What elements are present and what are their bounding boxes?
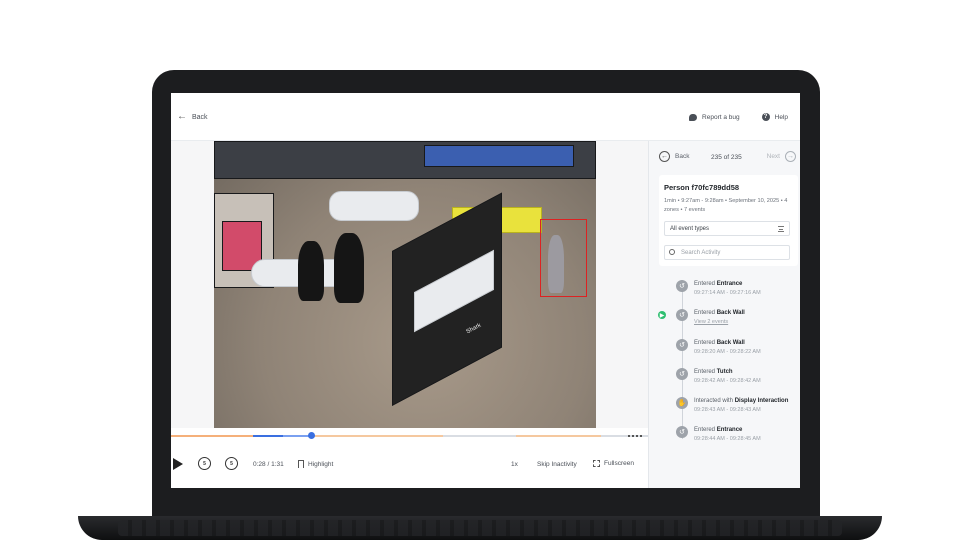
arrow-left-circle-icon: ← <box>659 151 670 162</box>
event-text: Entered Tutch <box>694 369 733 375</box>
enter-icon: ↺ <box>676 309 688 321</box>
timeline-segment <box>171 435 253 437</box>
timeline-segment <box>313 435 443 437</box>
previous-person-button[interactable]: ← Back <box>659 151 689 162</box>
event-prefix: Interacted with <box>694 398 734 404</box>
person-counter: 235 of 235 <box>711 154 742 161</box>
highlight-label: Highlight <box>308 460 334 468</box>
event-time: 09:28:42 AM - 09:28:42 AM <box>694 378 761 384</box>
bookmark-icon <box>298 460 304 468</box>
enter-icon: ↺ <box>676 280 688 292</box>
event-prefix: Entered <box>694 369 716 375</box>
event-text: Entered Back Wall <box>694 310 745 316</box>
playhead[interactable] <box>308 432 315 439</box>
play-icon[interactable] <box>173 458 183 470</box>
top-bar: ← Back Report a bug ? Help <box>171 93 800 141</box>
skip-inactivity-button[interactable]: Skip Inactivity <box>537 461 577 468</box>
event-time: 09:28:43 AM - 09:28:43 AM <box>694 407 761 413</box>
event-text: Interacted with Display Interaction <box>694 398 788 404</box>
app-screen: ← Back Report a bug ? Help Shark 5 5 0:2… <box>171 93 800 488</box>
event-time: 09:27:14 AM - 09:27:16 AM <box>694 290 761 296</box>
arrow-left-icon: ← <box>177 111 187 122</box>
activity-search-input[interactable]: Search Activity <box>664 245 790 260</box>
event-text: Entered Entrance <box>694 281 742 287</box>
person-title: Person f70fc789dd58 <box>664 183 740 192</box>
center-table <box>329 191 419 221</box>
report-bug-button[interactable]: Report a bug <box>689 113 740 121</box>
skip-back-button[interactable]: 5 <box>198 457 211 470</box>
laptop-mockup: ← Back Report a bug ? Help Shark 5 5 0:2… <box>0 0 960 540</box>
next-person-button[interactable]: Next → <box>767 151 796 162</box>
speed-button[interactable]: 1x <box>511 461 518 468</box>
activity-panel: ← Back 235 of 235 Next → Person f70fc789… <box>648 141 800 488</box>
panel-navigation: ← Back 235 of 235 Next → <box>649 150 800 164</box>
event-prefix: Entered <box>694 340 716 346</box>
help-label: Help <box>774 113 788 121</box>
chat-bubble-icon <box>689 113 698 121</box>
arrow-right-circle-icon: → <box>785 151 796 162</box>
tracking-bounding-box <box>540 219 587 297</box>
help-icon: ? <box>761 113 770 121</box>
shopper-silhouette <box>298 241 324 301</box>
event-text: Entered Entrance <box>694 427 742 433</box>
event-item[interactable]: ▶ ↺ Entered Back Wall View 2 events <box>649 308 800 334</box>
event-zone: Back Wall <box>716 310 745 316</box>
enter-icon: ↺ <box>676 339 688 351</box>
event-prefix: Entered <box>694 427 716 433</box>
event-prefix: Entered <box>694 281 716 287</box>
event-type-value: All event types <box>670 226 710 232</box>
laptop-base <box>78 516 882 540</box>
fullscreen-icon <box>593 460 600 467</box>
person-card: Person f70fc789dd58 1min • 9:27am - 9:28… <box>659 175 798 266</box>
rewind-icon: 5 <box>198 457 211 470</box>
video-area: Shark <box>171 141 648 428</box>
timeline-scrubber[interactable] <box>171 432 648 440</box>
event-item[interactable]: ↺ Entered Back Wall 09:28:20 AM - 09:28:… <box>649 338 800 364</box>
event-zone: Entrance <box>716 281 743 287</box>
event-item[interactable]: ✋ Interacted with Display Interaction 09… <box>649 396 800 422</box>
timeline-segment <box>516 435 601 437</box>
enter-icon: ↺ <box>676 426 688 438</box>
event-item[interactable]: ↺ Entered Entrance 09:28:44 AM - 09:28:4… <box>649 425 800 451</box>
enter-icon: ↺ <box>676 368 688 380</box>
back-label: Back <box>192 113 208 121</box>
play-indicator-icon: ▶ <box>658 311 666 319</box>
player-controls: 5 5 0:28 / 1:31 Highlight 1x Skip Inacti… <box>171 449 648 477</box>
filter-icon <box>778 226 784 232</box>
report-bug-label: Report a bug <box>702 113 740 121</box>
event-type-select[interactable]: All event types <box>664 221 790 236</box>
fast-forward-icon: 5 <box>225 457 238 470</box>
event-time: 09:28:20 AM - 09:28:22 AM <box>694 349 761 355</box>
time-display: 0:28 / 1:31 <box>253 461 284 468</box>
panel-back-label: Back <box>675 153 690 160</box>
search-icon <box>669 249 675 255</box>
event-zone: Tutch <box>716 369 733 375</box>
fullscreen-label: Fullscreen <box>604 460 634 467</box>
event-zone: Back Wall <box>716 340 745 346</box>
video-frame[interactable]: Shark <box>214 141 596 428</box>
timeline-segment <box>253 435 283 437</box>
event-time: 09:28:44 AM - 09:28:45 AM <box>694 436 761 442</box>
shopper-silhouette <box>334 233 364 303</box>
highlight-button[interactable]: Highlight <box>298 460 333 468</box>
event-text: Entered Back Wall <box>694 340 745 346</box>
view-events-link[interactable]: View 2 events <box>694 319 728 325</box>
panel-next-label: Next <box>766 153 780 160</box>
fullscreen-button[interactable]: Fullscreen <box>593 460 634 467</box>
event-item[interactable]: ↺ Entered Tutch 09:28:42 AM - 09:28:42 A… <box>649 367 800 393</box>
back-button[interactable]: ← Back <box>177 112 208 122</box>
event-prefix: Entered <box>694 310 716 316</box>
event-zone: Entrance <box>716 427 743 433</box>
timeline-end-markers <box>628 435 642 437</box>
event-item[interactable]: ↺ Entered Entrance 09:27:14 AM - 09:27:1… <box>649 279 800 305</box>
help-button[interactable]: ? Help <box>761 113 788 121</box>
hand-icon: ✋ <box>676 397 688 409</box>
back-wall-display <box>424 145 574 167</box>
event-zone: Display Interaction <box>734 398 789 404</box>
person-meta: 1min • 9:27am - 9:28am • September 10, 2… <box>664 198 788 213</box>
skip-forward-button[interactable]: 5 <box>225 457 238 470</box>
